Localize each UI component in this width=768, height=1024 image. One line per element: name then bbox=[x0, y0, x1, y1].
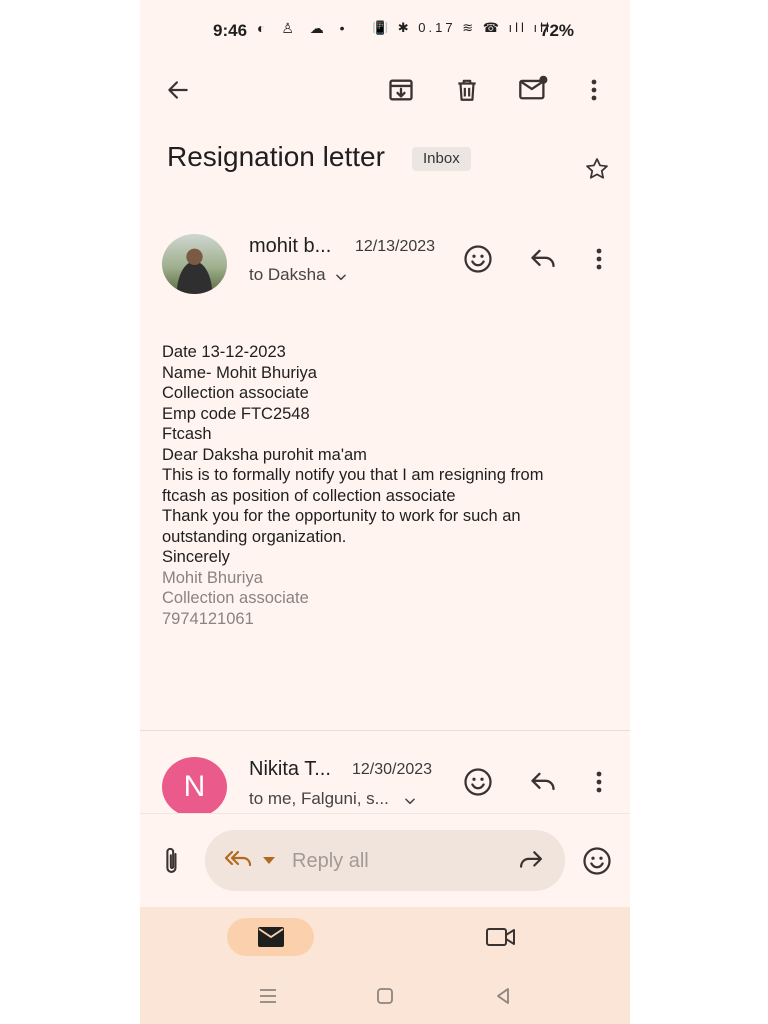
menu-lines-icon bbox=[260, 989, 276, 1003]
signature-line: Mohit Bhuriya bbox=[162, 568, 263, 587]
reply-all-field[interactable]: Reply all bbox=[205, 830, 565, 891]
home-button[interactable] bbox=[370, 983, 400, 1009]
chevron-down-icon bbox=[335, 273, 346, 280]
body-line: Collection associate bbox=[162, 384, 309, 402]
archive-icon bbox=[389, 79, 413, 101]
video-camera-icon bbox=[486, 928, 515, 946]
emoji-icon bbox=[464, 768, 492, 796]
chevron-down-icon bbox=[405, 797, 415, 804]
recents-button[interactable] bbox=[253, 983, 283, 1009]
body-line: Thank you for the opportunity to work fo… bbox=[162, 507, 521, 525]
signature-line: Collection associate bbox=[162, 589, 309, 607]
caret-down-icon[interactable] bbox=[262, 856, 276, 865]
inbox-label-chip[interactable]: Inbox bbox=[412, 147, 471, 171]
body-line: outstanding organization. bbox=[162, 527, 347, 546]
notification-icons: ◐ ♙ ☁ • bbox=[257, 20, 351, 36]
archive-button[interactable] bbox=[381, 70, 421, 110]
status-bar: 9:46 ◐ ♙ ☁ • 📳 ✱ 0.17 ≋ ☎ ıll ıll ◌ 72% bbox=[140, 0, 630, 62]
mail-unread-icon bbox=[519, 75, 548, 100]
add-reaction-button[interactable] bbox=[460, 241, 496, 277]
triangle-back-icon bbox=[497, 988, 509, 1004]
sender-name[interactable]: Nikita T... bbox=[249, 758, 331, 781]
body-line: Emp code FTC2548 bbox=[162, 404, 310, 423]
body-line: ftcash as position of collection associa… bbox=[162, 486, 456, 505]
back-arrow-icon bbox=[168, 81, 188, 99]
body-line: This is to formally notify you that I am… bbox=[162, 466, 544, 484]
sender-avatar[interactable] bbox=[162, 234, 227, 294]
emoji-icon bbox=[583, 847, 611, 875]
attach-button[interactable] bbox=[154, 842, 190, 880]
reply-button[interactable] bbox=[524, 764, 562, 800]
recipients-text: to me, Falguni, s... bbox=[249, 789, 389, 808]
trash-icon bbox=[458, 79, 476, 101]
message-divider bbox=[140, 730, 630, 731]
attachment-icon bbox=[166, 847, 177, 873]
battery-level: 72% bbox=[540, 21, 575, 40]
reply-icon bbox=[531, 249, 555, 268]
recipients-toggle[interactable]: to Daksha bbox=[249, 265, 348, 285]
mark-unread-button[interactable] bbox=[512, 68, 554, 110]
body-line: Sincerely bbox=[162, 548, 230, 566]
body-line: Ftcash bbox=[162, 425, 212, 443]
add-reaction-button[interactable] bbox=[460, 764, 496, 800]
system-back-button[interactable] bbox=[488, 983, 518, 1009]
reply-all-placeholder: Reply all bbox=[292, 850, 369, 872]
more-vert-icon bbox=[596, 771, 602, 793]
sender-avatar-letter[interactable]: N bbox=[162, 757, 227, 817]
email-subject: Resignation letter bbox=[167, 141, 385, 172]
more-vert-icon bbox=[591, 79, 597, 101]
nav-meet-tab[interactable] bbox=[477, 918, 525, 956]
message-date: 12/30/2023 bbox=[352, 761, 433, 778]
body-line: Dear Daksha purohit ma'am bbox=[162, 445, 367, 464]
reply-icon bbox=[531, 772, 555, 791]
body-line: Date 13-12-2023 bbox=[162, 343, 286, 361]
reply-all-icon bbox=[224, 850, 252, 867]
message-date: 12/13/2023 bbox=[355, 238, 436, 255]
mail-icon bbox=[257, 927, 284, 947]
more-vert-icon bbox=[596, 248, 602, 270]
emoji-icon bbox=[464, 245, 492, 273]
status-time: 9:46 bbox=[213, 21, 248, 40]
square-home-icon bbox=[377, 988, 393, 1004]
more-options-button[interactable] bbox=[576, 70, 612, 110]
message-body: Date 13-12-2023 Name- Mohit Bhuriya Coll… bbox=[162, 342, 612, 629]
message-more-button[interactable] bbox=[584, 241, 614, 277]
body-line: Name- Mohit Bhuriya bbox=[162, 363, 317, 382]
sender-name[interactable]: mohit b... bbox=[249, 235, 331, 258]
back-button[interactable] bbox=[158, 70, 198, 110]
recipients-text: to Daksha bbox=[249, 265, 326, 284]
delete-button[interactable] bbox=[447, 70, 487, 110]
star-icon bbox=[586, 158, 608, 179]
forward-icon[interactable] bbox=[517, 849, 545, 871]
reply-button[interactable] bbox=[524, 241, 562, 277]
recipients-toggle[interactable]: to me, Falguni, s... bbox=[249, 789, 417, 809]
nav-mail-tab[interactable] bbox=[227, 918, 314, 956]
signature-line: 7974121061 bbox=[162, 609, 254, 628]
star-button[interactable] bbox=[580, 152, 614, 186]
emoji-picker-button[interactable] bbox=[578, 842, 616, 880]
phone-screen: 9:46 ◐ ♙ ☁ • 📳 ✱ 0.17 ≋ ☎ ıll ıll ◌ 72% bbox=[140, 0, 630, 1024]
message-more-button[interactable] bbox=[584, 764, 614, 800]
